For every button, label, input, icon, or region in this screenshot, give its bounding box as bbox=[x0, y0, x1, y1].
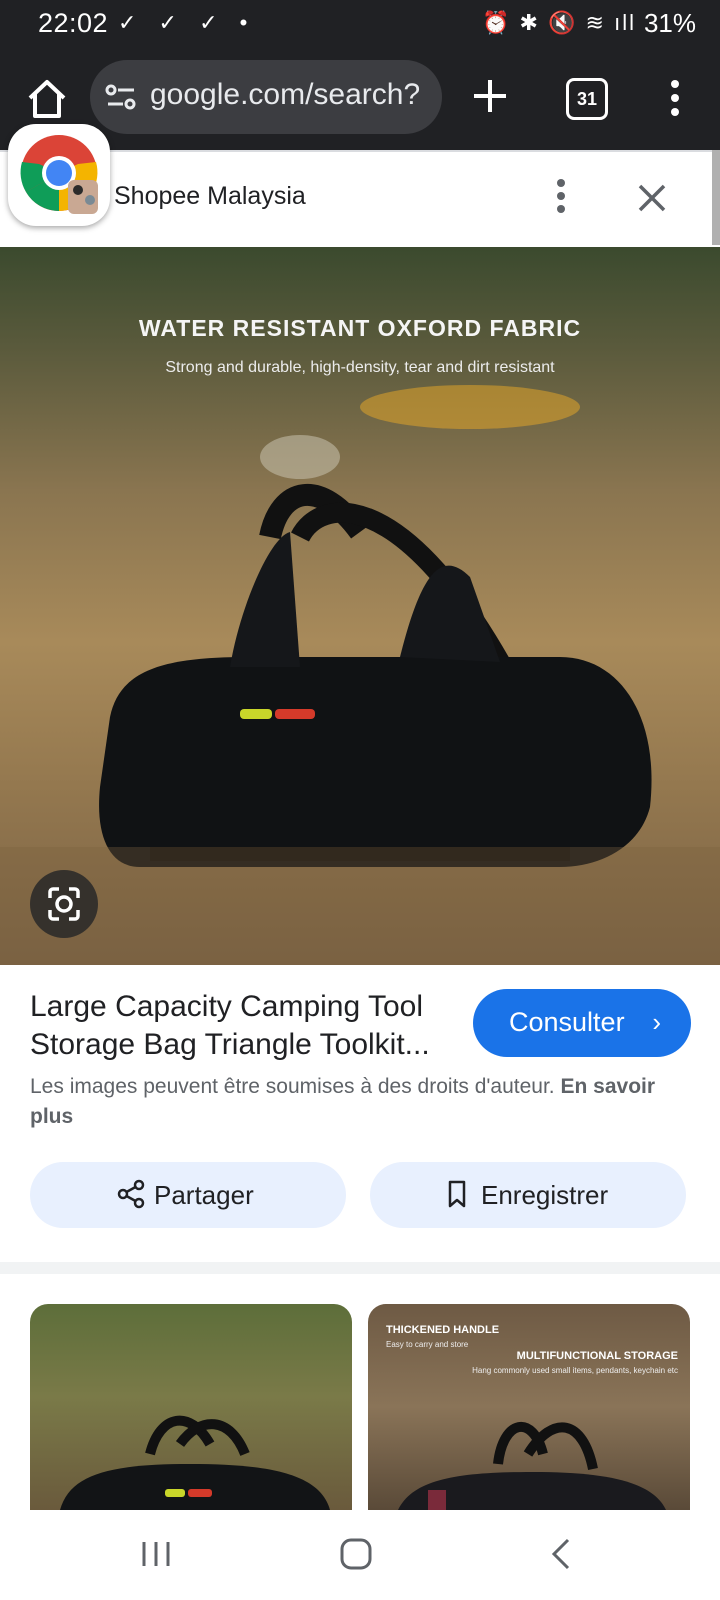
panel-more-button[interactable] bbox=[546, 176, 576, 216]
scrollbar[interactable] bbox=[712, 150, 720, 245]
home-square-icon bbox=[340, 1538, 372, 1570]
plus-icon bbox=[474, 80, 506, 112]
tab-switcher-button[interactable]: 31 bbox=[566, 78, 608, 120]
back-chevron-icon bbox=[551, 1538, 570, 1570]
home-nav-button[interactable] bbox=[338, 1536, 374, 1572]
related-image-1[interactable] bbox=[30, 1304, 352, 1510]
recent-apps-button[interactable] bbox=[138, 1538, 174, 1570]
more-vertical-icon bbox=[671, 80, 679, 116]
save-label: Enregistrer bbox=[481, 1180, 609, 1210]
browser-menu-button[interactable] bbox=[660, 74, 690, 122]
visit-button[interactable]: Consulter › bbox=[473, 989, 691, 1057]
source-site-name[interactable]: Shopee Malaysia bbox=[114, 182, 306, 211]
bag-thumbnail bbox=[398, 1421, 666, 1510]
home-button[interactable] bbox=[22, 74, 72, 124]
address-bar[interactable]: google.com/search? bbox=[90, 60, 442, 134]
copyright-text: Les images peuvent être soumises à des d… bbox=[30, 1075, 555, 1098]
related-image-2[interactable]: THICKENED HANDLE Easy to carry and store… bbox=[368, 1304, 690, 1510]
visit-button-label: Consulter bbox=[509, 1007, 625, 1037]
result-title[interactable]: Large Capacity Camping Tool Storage Bag … bbox=[30, 988, 450, 1064]
lens-icon bbox=[48, 887, 80, 921]
status-time: 22:02 bbox=[38, 8, 109, 38]
status-bar: 22:02 ✓ ✓ ✓ • ⏰ ✱ 🔇 ≋ ıll 31% bbox=[0, 0, 720, 48]
home-icon bbox=[28, 80, 66, 118]
notification-icons: ✓ ✓ ✓ • bbox=[118, 10, 256, 35]
save-button[interactable]: Enregistrer bbox=[370, 1162, 686, 1228]
bookmark-icon bbox=[448, 1180, 466, 1208]
product-image[interactable]: WATER RESISTANT OXFORD FABRIC Strong and… bbox=[0, 247, 720, 965]
bag-illustration bbox=[0, 385, 720, 965]
chrome-logo-icon bbox=[20, 135, 98, 214]
more-vertical-icon bbox=[557, 179, 565, 213]
google-lens-button[interactable] bbox=[30, 870, 98, 938]
back-button[interactable] bbox=[548, 1536, 574, 1572]
battery-level: 31% bbox=[643, 8, 696, 38]
share-icon bbox=[117, 1179, 145, 1209]
copyright-notice: Les images peuvent être soumises à des d… bbox=[30, 1072, 700, 1132]
site-settings-icon[interactable] bbox=[104, 82, 138, 112]
section-divider bbox=[0, 1262, 720, 1274]
system-status-icons: ⏰ ✱ 🔇 ≋ ıll bbox=[482, 10, 636, 35]
new-tab-button[interactable] bbox=[466, 72, 514, 120]
url-text[interactable]: google.com/search? bbox=[150, 78, 420, 112]
bag-thumbnail bbox=[60, 1415, 330, 1510]
share-label: Partager bbox=[154, 1180, 254, 1210]
close-icon bbox=[638, 184, 666, 212]
share-button[interactable]: Partager bbox=[30, 1162, 346, 1228]
chevron-right-icon: › bbox=[652, 1007, 661, 1037]
close-button[interactable] bbox=[634, 180, 670, 216]
chrome-app-badge[interactable] bbox=[8, 124, 110, 226]
recents-icon bbox=[142, 1542, 170, 1566]
